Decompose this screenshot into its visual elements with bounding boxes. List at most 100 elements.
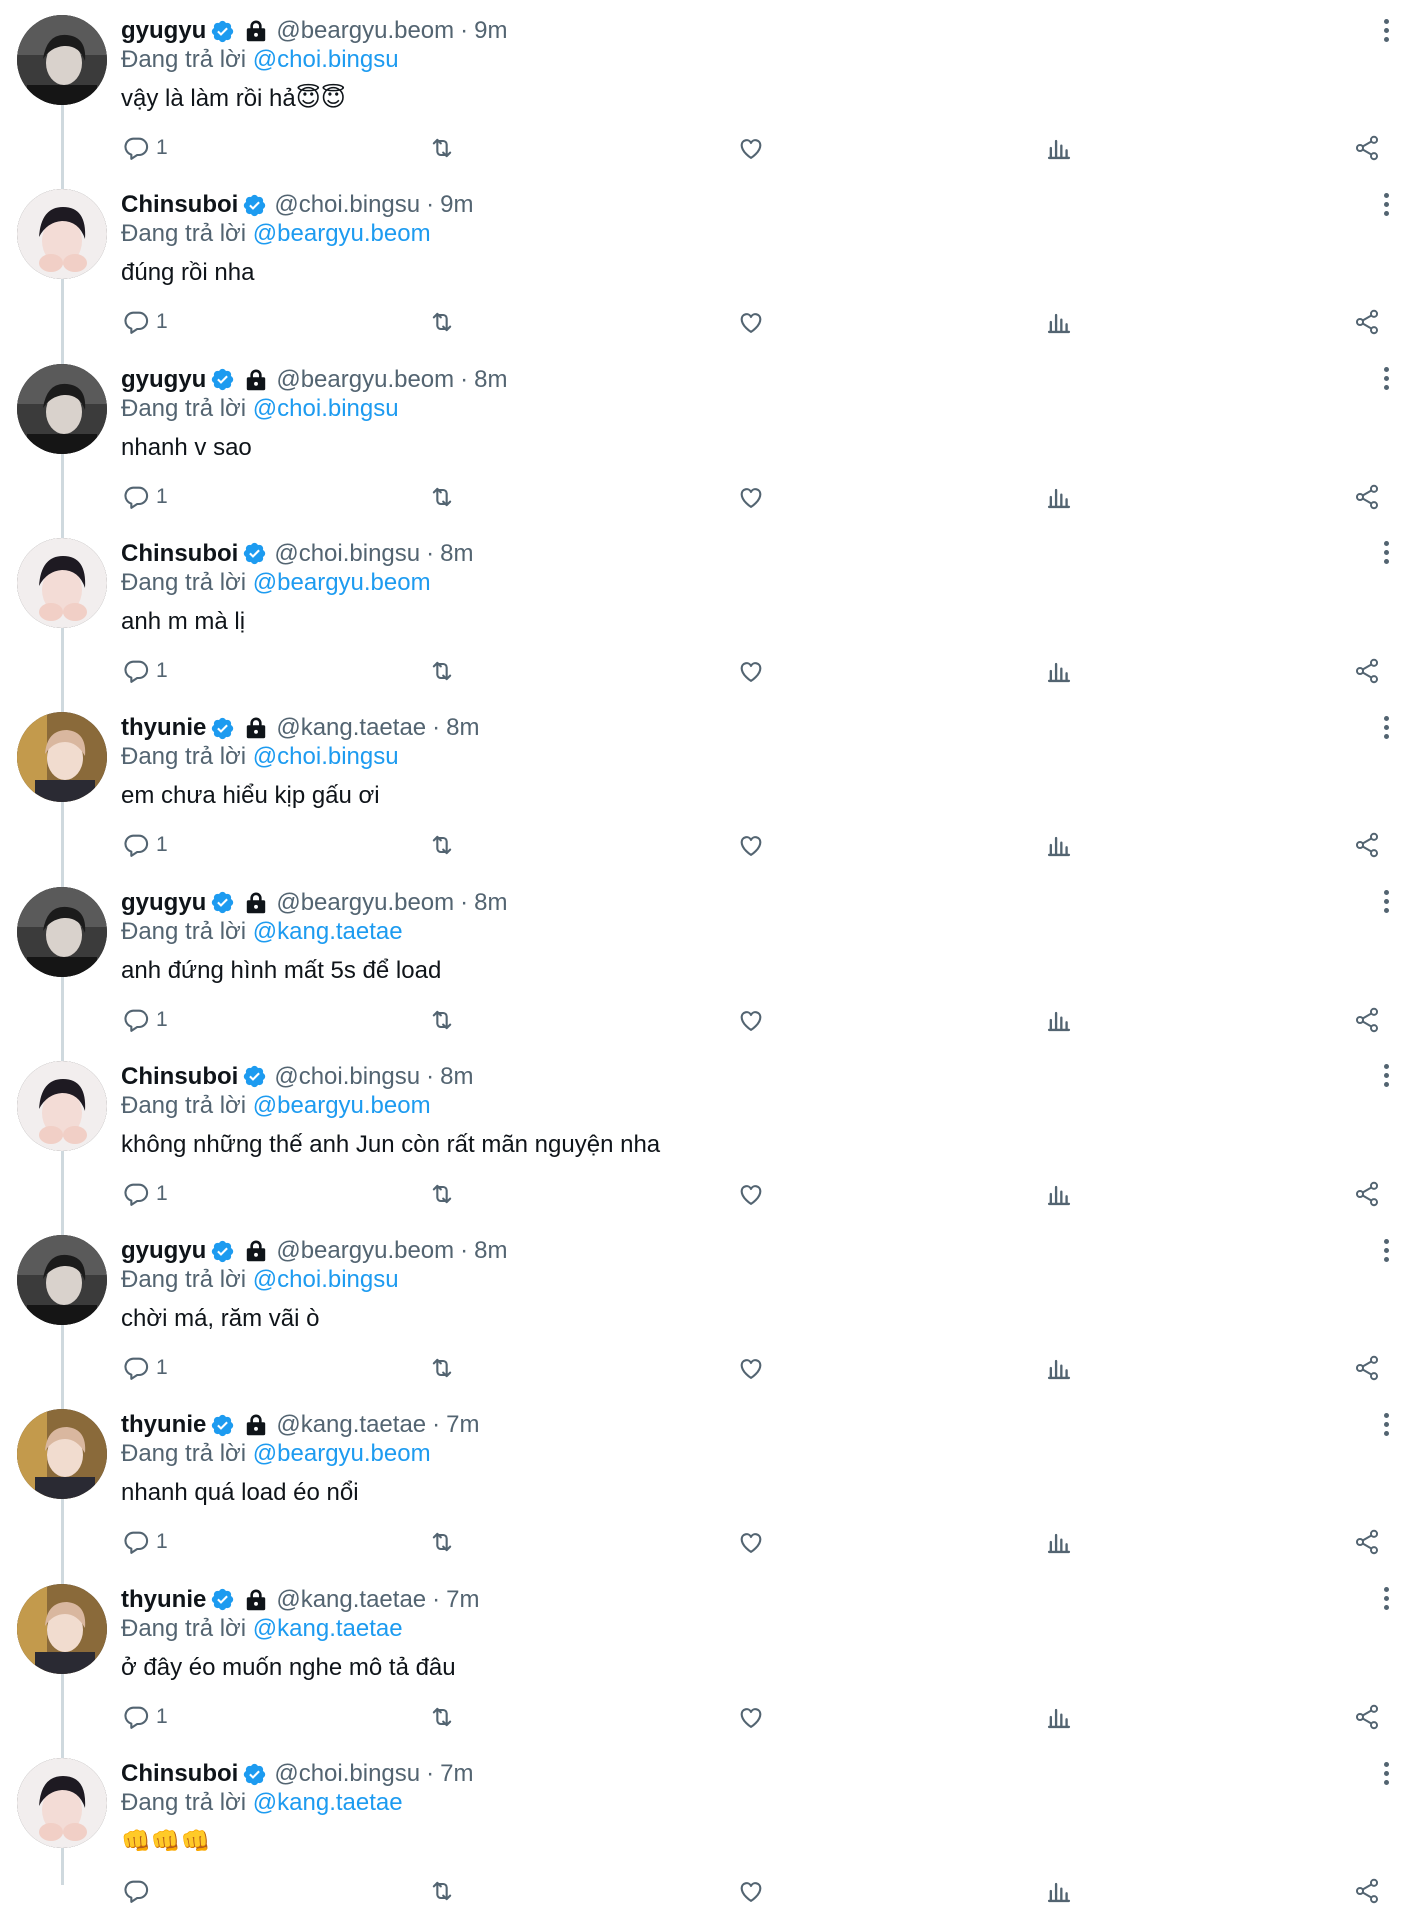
more-icon[interactable] — [1371, 186, 1401, 222]
views-button[interactable] — [1045, 1350, 1073, 1386]
timestamp[interactable]: 7m — [440, 1759, 473, 1789]
user-handle[interactable]: @beargyu.beom — [276, 888, 454, 918]
display-name[interactable]: gyugyu — [121, 16, 206, 46]
reply-button[interactable]: 1 — [122, 479, 168, 515]
replying-to-mention[interactable]: @choi.bingsu — [253, 1266, 399, 1293]
more-icon[interactable] — [1371, 1058, 1401, 1094]
views-button[interactable] — [1045, 1524, 1073, 1560]
reply-button[interactable]: 1 — [122, 653, 168, 689]
user-handle[interactable]: @choi.bingsu — [274, 190, 420, 220]
replying-to-mention[interactable]: @kang.taetae — [253, 918, 403, 945]
share-button[interactable] — [1353, 130, 1381, 166]
display-name[interactable]: Chinsuboi — [121, 190, 238, 220]
display-name[interactable]: gyugyu — [121, 1236, 206, 1266]
reply-button[interactable]: 1 — [122, 1524, 168, 1560]
retweet-button[interactable] — [428, 1524, 456, 1560]
views-button[interactable] — [1045, 479, 1073, 515]
more-icon[interactable] — [1371, 1755, 1401, 1791]
tweet-11[interactable]: Chinsuboi @choi.bingsu · 7m Đang trả lời… — [0, 1743, 1424, 1917]
retweet-button[interactable] — [428, 1699, 456, 1735]
like-button[interactable] — [737, 827, 765, 863]
more-icon[interactable] — [1371, 1581, 1401, 1617]
like-button[interactable] — [737, 130, 765, 166]
tweet-9[interactable]: thyunie @kang.taetae · 7m Đang trả lời @… — [0, 1394, 1424, 1568]
views-button[interactable] — [1045, 653, 1073, 689]
like-button[interactable] — [737, 1350, 765, 1386]
avatar-thyunie[interactable] — [17, 1583, 107, 1674]
display-name[interactable]: Chinsuboi — [121, 1759, 238, 1789]
like-button[interactable] — [737, 1002, 765, 1038]
views-button[interactable] — [1045, 827, 1073, 863]
avatar-gyugyu[interactable] — [17, 363, 107, 454]
avatar-chinsuboi[interactable] — [17, 537, 107, 628]
user-handle[interactable]: @beargyu.beom — [276, 1236, 454, 1266]
more-icon[interactable] — [1371, 361, 1401, 397]
timestamp[interactable]: 8m — [474, 888, 507, 918]
like-button[interactable] — [737, 1873, 765, 1909]
share-button[interactable] — [1353, 653, 1381, 689]
avatar-chinsuboi[interactable] — [17, 189, 107, 280]
tweet-1[interactable]: gyugyu @beargyu.beom · 9m Đang trả lời @… — [0, 0, 1424, 174]
views-button[interactable] — [1045, 1176, 1073, 1212]
replying-to-mention[interactable]: @choi.bingsu — [253, 743, 399, 770]
retweet-button[interactable] — [428, 304, 456, 340]
replying-to-mention[interactable]: @choi.bingsu — [253, 395, 399, 422]
like-button[interactable] — [737, 304, 765, 340]
tweet-2[interactable]: Chinsuboi @choi.bingsu · 9m Đang trả lời… — [0, 174, 1424, 348]
avatar-gyugyu[interactable] — [17, 15, 107, 105]
display-name[interactable]: gyugyu — [121, 888, 206, 918]
tweet-3[interactable]: gyugyu @beargyu.beom · 8m Đang trả lời @… — [0, 349, 1424, 523]
retweet-button[interactable] — [428, 1350, 456, 1386]
reply-button[interactable]: 1 — [122, 827, 168, 863]
replying-to-mention[interactable]: @kang.taetae — [253, 1615, 403, 1642]
user-handle[interactable]: @kang.taetae — [276, 1585, 426, 1615]
timestamp[interactable]: 7m — [446, 1585, 479, 1615]
tweet-8[interactable]: gyugyu @beargyu.beom · 8m Đang trả lời @… — [0, 1220, 1424, 1394]
avatar-chinsuboi[interactable] — [17, 1758, 107, 1848]
timestamp[interactable]: 8m — [440, 539, 473, 569]
share-button[interactable] — [1353, 1873, 1381, 1909]
tweet-7[interactable]: Chinsuboi @choi.bingsu · 8m Đang trả lời… — [0, 1046, 1424, 1220]
reply-button[interactable]: 1 — [122, 1350, 168, 1386]
share-button[interactable] — [1353, 1176, 1381, 1212]
reply-button[interactable]: 1 — [122, 130, 168, 166]
share-button[interactable] — [1353, 827, 1381, 863]
more-icon[interactable] — [1371, 709, 1401, 745]
avatar-thyunie[interactable] — [17, 712, 107, 803]
like-button[interactable] — [737, 1524, 765, 1560]
display-name[interactable]: thyunie — [121, 1585, 206, 1615]
views-button[interactable] — [1045, 1699, 1073, 1735]
retweet-button[interactable] — [428, 1176, 456, 1212]
share-button[interactable] — [1353, 1524, 1381, 1560]
like-button[interactable] — [737, 479, 765, 515]
user-handle[interactable]: @beargyu.beom — [276, 16, 454, 46]
reply-button[interactable]: 1 — [122, 1176, 168, 1212]
tweet-5[interactable]: thyunie @kang.taetae · 8m Đang trả lời @… — [0, 697, 1424, 871]
tweet-4[interactable]: Chinsuboi @choi.bingsu · 8m Đang trả lời… — [0, 523, 1424, 697]
avatar-chinsuboi[interactable] — [17, 1060, 107, 1151]
reply-button[interactable]: 1 — [122, 1699, 168, 1735]
retweet-button[interactable] — [428, 1873, 456, 1909]
replying-to-mention[interactable]: @kang.taetae — [253, 1789, 403, 1816]
timestamp[interactable]: 8m — [474, 365, 507, 395]
more-icon[interactable] — [1371, 1406, 1401, 1442]
share-button[interactable] — [1353, 304, 1381, 340]
retweet-button[interactable] — [428, 827, 456, 863]
user-handle[interactable]: @choi.bingsu — [274, 1062, 420, 1092]
more-icon[interactable] — [1371, 1232, 1401, 1268]
replying-to-mention[interactable]: @choi.bingsu — [253, 46, 399, 73]
avatar-gyugyu[interactable] — [17, 886, 107, 977]
views-button[interactable] — [1045, 304, 1073, 340]
avatar-thyunie[interactable] — [17, 1409, 107, 1500]
display-name[interactable]: thyunie — [121, 1410, 206, 1440]
retweet-button[interactable] — [428, 130, 456, 166]
user-handle[interactable]: @choi.bingsu — [274, 539, 420, 569]
tweet-6[interactable]: gyugyu @beargyu.beom · 8m Đang trả lời @… — [0, 872, 1424, 1046]
share-button[interactable] — [1353, 1699, 1381, 1735]
replying-to-mention[interactable]: @beargyu.beom — [253, 1440, 431, 1467]
like-button[interactable] — [737, 1176, 765, 1212]
timestamp[interactable]: 8m — [474, 1236, 507, 1266]
tweet-10[interactable]: thyunie @kang.taetae · 7m Đang trả lời @… — [0, 1569, 1424, 1743]
like-button[interactable] — [737, 653, 765, 689]
user-handle[interactable]: @kang.taetae — [276, 1410, 426, 1440]
